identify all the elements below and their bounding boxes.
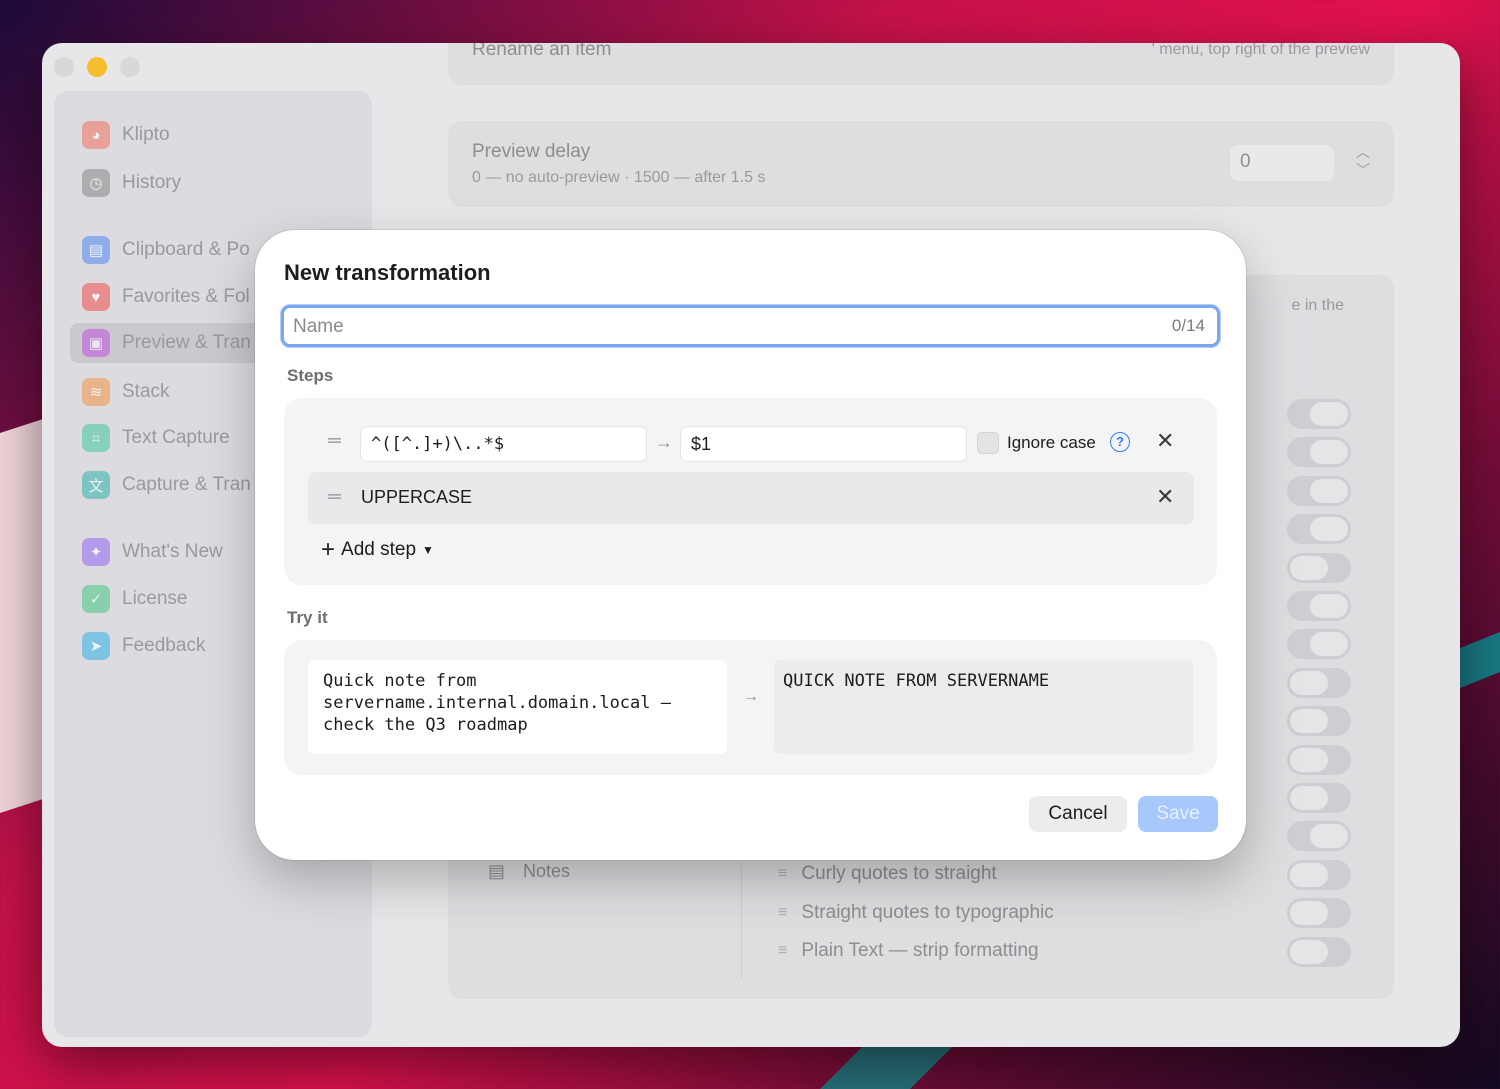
- help-icon[interactable]: ?: [1110, 432, 1130, 452]
- list-item[interactable]: ≡ Curly quotes to straight: [778, 863, 997, 885]
- notes-folder[interactable]: ▤ Notes: [488, 861, 570, 882]
- drag-handle-icon[interactable]: ≡: [778, 942, 787, 960]
- list-item-label: Straight quotes to typographic: [801, 902, 1054, 923]
- remove-step-icon[interactable]: ✕: [1156, 484, 1174, 510]
- toggle-switch[interactable]: [1287, 399, 1351, 429]
- plus-icon: +: [321, 536, 336, 563]
- preview-icon: ▣: [82, 329, 110, 357]
- drag-handle-icon[interactable]: ═: [328, 430, 341, 451]
- close-window-button[interactable]: [54, 57, 74, 77]
- paper-plane-icon: ➤: [82, 632, 110, 660]
- chevron-down-icon[interactable]: ﹀: [1356, 162, 1370, 178]
- add-step-button[interactable]: + Add step ▼: [321, 536, 434, 563]
- preview-delay-stepper[interactable]: ︿ ﹀: [1356, 143, 1370, 179]
- drag-handle-icon[interactable]: ≡: [778, 904, 787, 922]
- rename-hint: ' menu, top right of the preview: [1151, 43, 1370, 58]
- cat-app-icon: ◕: [82, 121, 110, 149]
- sidebar-item-label: Preview & Tran: [122, 332, 251, 353]
- list-item-label: Curly quotes to straight: [801, 863, 997, 884]
- toggle-switch[interactable]: [1287, 937, 1351, 967]
- sidebar-item-label: Klipto: [122, 124, 170, 145]
- divider: [741, 843, 742, 979]
- steps-panel: ═ ^([^.]+)\..*$ → $1 Ignore case ? ✕ ═ U…: [284, 398, 1217, 585]
- toggle-switch[interactable]: [1287, 860, 1351, 890]
- toggle-switch[interactable]: [1287, 437, 1351, 467]
- text-capture-icon: ⌗: [82, 424, 110, 452]
- heart-icon: ♥: [82, 283, 110, 311]
- sidebar-item-label: Text Capture: [122, 427, 230, 448]
- sidebar-item-label: Feedback: [122, 635, 206, 656]
- toggle-switch[interactable]: [1287, 706, 1351, 736]
- list-item[interactable]: ≡ Straight quotes to typographic: [778, 902, 1054, 924]
- try-it-panel: Quick note from servername.internal.doma…: [284, 640, 1217, 775]
- ignore-case-label[interactable]: Ignore case: [1007, 433, 1096, 453]
- step-row: ═ UPPERCASE ✕: [308, 472, 1194, 524]
- toggle-switch[interactable]: [1287, 821, 1351, 851]
- sidebar-item-label: Capture & Tran: [122, 474, 251, 495]
- preview-delay-title: Preview delay: [472, 141, 591, 162]
- clipboard-icon: ▤: [82, 236, 110, 264]
- try-input-field[interactable]: Quick note from servername.internal.doma…: [308, 660, 727, 754]
- replacement-input[interactable]: $1: [680, 426, 967, 462]
- notes-label: Notes: [523, 861, 571, 881]
- rename-title: Rename an item: [472, 43, 612, 60]
- list-item[interactable]: ≡ Plain Text — strip formatting: [778, 940, 1039, 962]
- toggle-switch[interactable]: [1287, 898, 1351, 928]
- dialog-title: New transformation: [284, 260, 491, 285]
- ignore-case-checkbox[interactable]: [977, 432, 999, 454]
- uppercase-step-label: UPPERCASE: [361, 487, 473, 507]
- window-controls: [54, 57, 140, 77]
- toggle-switch[interactable]: [1287, 514, 1351, 544]
- sidebar-item-label: What's New: [122, 541, 223, 562]
- sidebar-item-history[interactable]: ◷ History: [70, 163, 360, 203]
- cancel-button[interactable]: Cancel: [1029, 796, 1127, 832]
- sidebar-item-klipto[interactable]: ◕ Klipto: [70, 115, 360, 155]
- preview-delay-subtitle: 0 — no auto-preview · 1500 — after 1.5 s: [472, 169, 766, 186]
- toggle-switch[interactable]: [1287, 553, 1351, 583]
- transformations-hint: e in the: [1291, 297, 1344, 314]
- badge-check-icon: ✓: [82, 585, 110, 613]
- chevron-up-icon[interactable]: ︿: [1356, 144, 1370, 160]
- arrow-right-icon: →: [743, 688, 759, 705]
- sidebar-item-label: Favorites & Fol: [122, 286, 250, 307]
- toggle-switch[interactable]: [1287, 668, 1351, 698]
- new-transformation-dialog: New transformation 0/14 Steps ═ ^([^.]+)…: [255, 230, 1246, 860]
- preview-delay-card: Preview delay 0 — no auto-preview · 1500…: [448, 121, 1394, 207]
- sparkle-icon: ✦: [82, 538, 110, 566]
- step-row: ═ ^([^.]+)\..*$ → $1 Ignore case ? ✕: [308, 424, 1194, 464]
- preview-delay-input[interactable]: 0: [1230, 145, 1334, 181]
- document-icon: ▤: [488, 861, 506, 881]
- name-field[interactable]: 0/14: [281, 305, 1220, 347]
- name-input[interactable]: [293, 314, 1153, 340]
- drag-handle-icon[interactable]: ≡: [778, 865, 787, 883]
- toggle-switch[interactable]: [1287, 783, 1351, 813]
- toggle-switch[interactable]: [1287, 629, 1351, 659]
- try-it-label: Try it: [287, 608, 328, 627]
- arrow-right-icon: →: [655, 432, 673, 452]
- save-button[interactable]: Save: [1138, 796, 1218, 832]
- drag-handle-icon[interactable]: ═: [328, 486, 341, 507]
- sidebar-item-label: License: [122, 588, 188, 609]
- sidebar-item-label: Clipboard & Po: [122, 239, 250, 260]
- sidebar-item-label: History: [122, 172, 182, 193]
- minimize-window-button[interactable]: [87, 57, 107, 77]
- rename-card: Rename an item ' menu, top right of the …: [448, 43, 1394, 85]
- remove-step-icon[interactable]: ✕: [1156, 428, 1174, 454]
- clock-icon: ◷: [82, 169, 110, 197]
- toggle-switch[interactable]: [1287, 476, 1351, 506]
- toggle-switch[interactable]: [1287, 745, 1351, 775]
- list-item-label: Plain Text — strip formatting: [801, 940, 1039, 961]
- toggle-switch[interactable]: [1287, 591, 1351, 621]
- zoom-window-button[interactable]: [120, 57, 140, 77]
- capture-translate-icon: 文: [82, 471, 110, 499]
- sidebar-item-label: Stack: [122, 381, 170, 402]
- regex-pattern-input[interactable]: ^([^.]+)\..*$: [360, 426, 647, 462]
- try-output-field: QUICK NOTE FROM SERVERNAME: [774, 660, 1193, 754]
- name-character-counter: 0/14: [1171, 316, 1205, 335]
- add-step-label: Add step: [341, 539, 417, 560]
- steps-label: Steps: [287, 366, 334, 385]
- stack-icon: ≋: [82, 378, 110, 406]
- chevron-down-icon: ▼: [422, 543, 434, 557]
